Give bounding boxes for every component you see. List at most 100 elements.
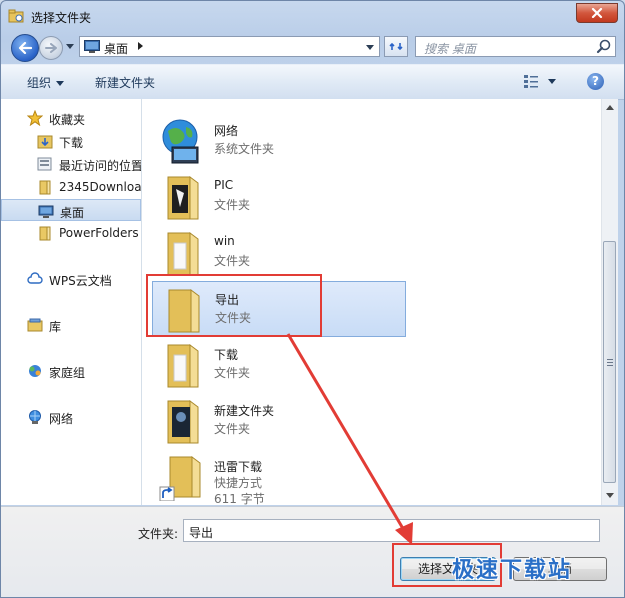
chevron-down-icon [66, 43, 74, 49]
history-dropdown[interactable] [65, 41, 75, 51]
file-type: 文件夹 [214, 254, 251, 268]
sidebar-item-label: 下载 [59, 136, 84, 150]
chevron-right-icon[interactable] [138, 41, 144, 51]
file-type: 系统文件夹 [214, 142, 275, 156]
list-item[interactable]: 网络 系统文件夹 [152, 113, 406, 169]
list-item[interactable]: 下载 文件夹 [152, 337, 406, 393]
close-button[interactable] [576, 3, 618, 23]
file-name: PIC [214, 178, 234, 192]
list-item[interactable]: PIC 文件夹 [152, 169, 406, 225]
folder-icon [39, 180, 51, 195]
sidebar-item-label: 家庭组 [49, 366, 86, 380]
navigation-pane[interactable]: 收藏夹 下载 最近访问的位置 2345Downloads 桌面 PowerFol… [1, 99, 142, 505]
search-icon[interactable] [596, 39, 611, 54]
file-name: 迅雷下载 [214, 460, 263, 474]
address-bar[interactable]: 桌面 [79, 36, 380, 57]
file-type: 文件夹 [214, 366, 251, 380]
sidebar-item-favorites[interactable]: 收藏夹 [1, 107, 141, 129]
file-type: 文件夹 [214, 422, 251, 436]
scroll-up-icon[interactable] [606, 105, 614, 110]
library-icon [27, 318, 43, 332]
window-title: 选择文件夹 [31, 11, 92, 25]
back-button[interactable] [11, 34, 39, 62]
sidebar-item-label: 2345Downloads [59, 180, 142, 194]
file-type: 文件夹 [214, 198, 251, 212]
list-item[interactable]: win 文件夹 [152, 225, 406, 281]
list-item[interactable]: 迅雷下载 快捷方式 611 字节 [152, 449, 406, 505]
title-bar[interactable]: 选择文件夹 [1, 1, 624, 31]
homegroup-icon [29, 365, 41, 377]
list-item[interactable]: 新建文件夹 文件夹 [152, 393, 406, 449]
sidebar-item-powerfolders[interactable]: PowerFolders [1, 222, 141, 244]
file-size: 611 字节 [214, 492, 265, 505]
partial-item-icon [166, 99, 206, 105]
sidebar-item-network[interactable]: 网络 [1, 406, 141, 428]
highlight-box-folder [146, 274, 322, 337]
help-button[interactable]: ? [587, 73, 604, 90]
sidebar-item-downloads[interactable]: 下载 [1, 130, 141, 152]
file-type: 快捷方式 [214, 476, 263, 490]
star-icon [27, 110, 43, 126]
folder-icon [167, 400, 199, 444]
file-name: 新建文件夹 [214, 404, 275, 418]
sidebar-item-label: 库 [49, 320, 62, 334]
desktop-icon [38, 205, 54, 218]
cloud-icon [27, 272, 43, 284]
folder-icon [167, 176, 199, 220]
file-name: win [214, 234, 235, 248]
file-name: 网络 [214, 124, 239, 138]
vertical-scrollbar[interactable] [601, 99, 618, 505]
download-folder-icon [37, 135, 53, 149]
folder-icon [167, 344, 199, 388]
sidebar-item-label: PowerFolders [59, 226, 139, 240]
new-folder-button[interactable]: 新建文件夹 [95, 74, 155, 91]
folder-browse-icon [8, 9, 24, 23]
back-arrow-icon [18, 42, 32, 54]
shortcut-folder-icon [159, 456, 201, 501]
folder-field-label: 文件夹: [138, 527, 179, 541]
sidebar-item-desktop[interactable]: 桌面 [1, 199, 141, 221]
network-icon [29, 410, 41, 424]
sidebar-item-label: 桌面 [60, 206, 85, 220]
chevron-down-icon [366, 44, 374, 50]
refresh-button[interactable] [384, 36, 408, 57]
sidebar-item-label: WPS云文档 [49, 274, 112, 288]
grip-line [607, 365, 613, 366]
sidebar-item-homegroup[interactable]: 家庭组 [1, 360, 141, 382]
sidebar-item-wps-cloud[interactable]: WPS云文档 [1, 268, 141, 290]
grip-line [607, 362, 613, 363]
recent-places-icon [37, 157, 52, 171]
network-globe-icon [162, 119, 199, 164]
desktop-icon [84, 40, 100, 53]
forward-button[interactable] [39, 36, 63, 60]
grip-line [607, 359, 613, 360]
folder-icon [39, 226, 51, 241]
refresh-icon [389, 42, 403, 51]
sidebar-item-label: 网络 [49, 412, 74, 426]
scroll-down-icon[interactable] [606, 493, 614, 498]
watermark-text: 极速下载站 [452, 558, 573, 583]
folder-name-field[interactable]: 导出 [183, 519, 600, 542]
close-icon [591, 8, 603, 18]
folder-name-value: 导出 [189, 526, 214, 540]
view-options-icon[interactable] [523, 74, 539, 88]
address-location[interactable]: 桌面 [104, 40, 128, 57]
sidebar-item-label: 收藏夹 [49, 113, 86, 127]
forward-arrow-icon [45, 43, 57, 53]
file-name: 下载 [214, 348, 239, 362]
sidebar-item-recent[interactable]: 最近访问的位置 [1, 153, 141, 175]
organize-button[interactable]: 组织 [27, 74, 65, 91]
search-placeholder: 搜索 桌面 [424, 42, 476, 56]
view-dropdown[interactable] [548, 79, 556, 84]
sidebar-item-libraries[interactable]: 库 [1, 314, 141, 336]
folder-icon [167, 232, 199, 276]
command-toolbar: 组织 新建文件夹 ? [1, 64, 624, 100]
scrollbar-thumb[interactable] [603, 241, 616, 483]
address-dropdown[interactable] [363, 40, 377, 54]
sidebar-item-2345downloads[interactable]: 2345Downloads [1, 176, 141, 198]
chevron-down-icon [56, 81, 65, 86]
search-box[interactable]: 搜索 桌面 [415, 36, 616, 57]
organize-label: 组织 [27, 76, 52, 90]
sidebar-item-label: 最近访问的位置 [59, 159, 142, 173]
navigation-bar: 桌面 搜索 桌面 [1, 31, 624, 63]
